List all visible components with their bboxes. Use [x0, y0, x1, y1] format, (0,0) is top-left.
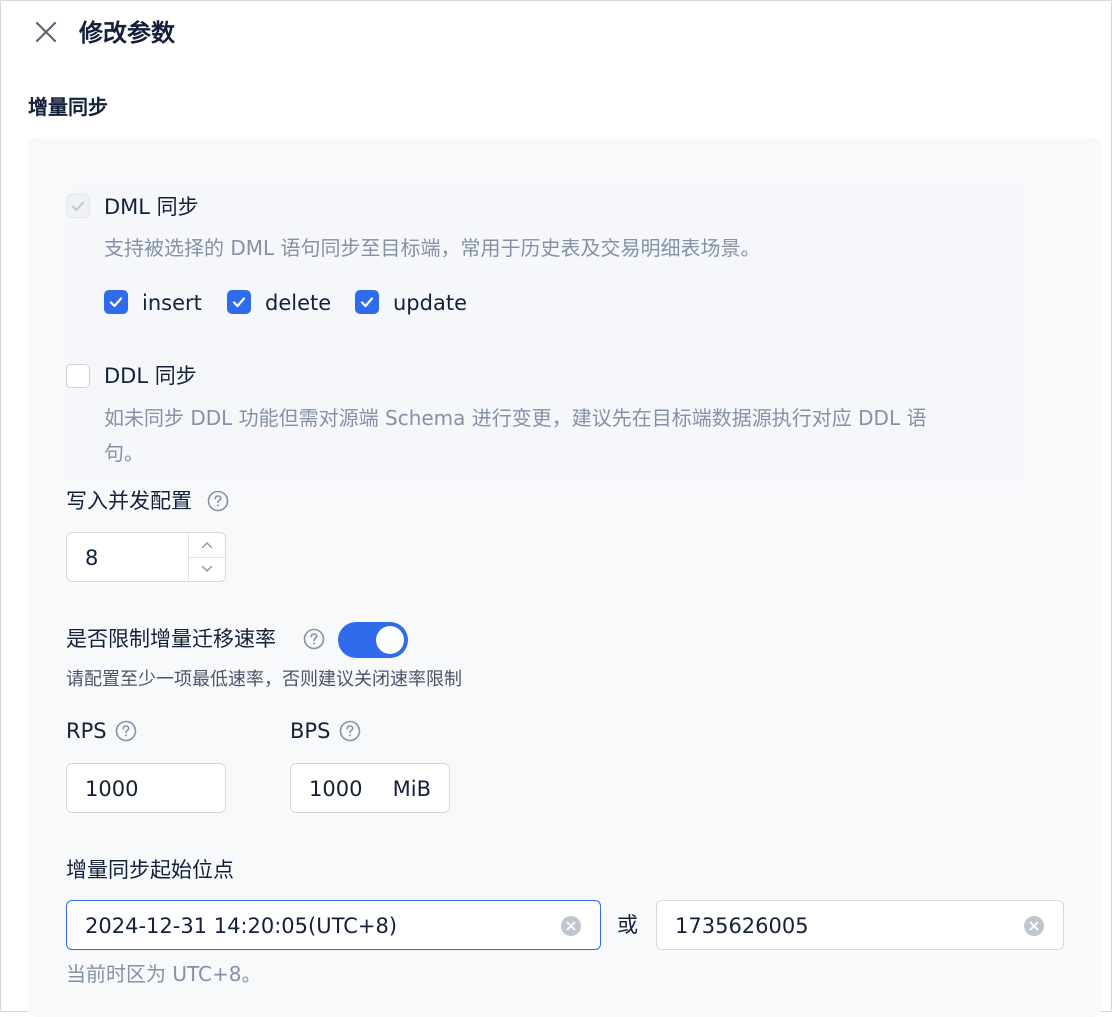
- rate-limit-toggle[interactable]: [338, 622, 408, 658]
- decrement-button[interactable]: [189, 557, 225, 581]
- chevron-down-icon: [201, 565, 213, 572]
- ddl-sync-label: DDL 同步: [104, 364, 197, 388]
- section-title-incremental-sync: 增量同步: [28, 95, 108, 119]
- bps-input[interactable]: 1000 MiB: [290, 763, 450, 813]
- check-icon: [232, 297, 246, 308]
- write-concurrency-value: 8: [85, 546, 99, 570]
- chevron-up-icon: [201, 542, 213, 549]
- close-icon[interactable]: [33, 19, 59, 45]
- delete-label: delete: [265, 291, 332, 315]
- rps-input[interactable]: 1000: [66, 763, 226, 813]
- bps-value: 1000: [309, 777, 363, 801]
- rate-limit-hint: 请配置至少一项最低速率，否则建议关闭速率限制: [66, 669, 462, 690]
- help-icon[interactable]: [115, 720, 137, 742]
- check-icon: [72, 201, 84, 211]
- start-timestamp-value: 1735626005: [675, 914, 809, 938]
- update-label: update: [393, 291, 467, 315]
- ddl-sync-checkbox[interactable]: [66, 364, 90, 388]
- insert-label: insert: [142, 291, 202, 315]
- start-datetime-input[interactable]: 2024-12-31 14:20:05(UTC+8): [66, 900, 601, 950]
- write-concurrency-input[interactable]: 8: [66, 532, 226, 582]
- timezone-hint: 当前时区为 UTC+8。: [66, 962, 262, 986]
- bps-unit: MiB: [392, 777, 431, 801]
- ddl-sync-description-line1: 如未同步 DDL 功能但需对源端 Schema 进行变更，建议先在目标端数据源执…: [104, 406, 927, 430]
- write-concurrency-label: 写入并发配置: [66, 489, 192, 513]
- increment-button[interactable]: [189, 533, 225, 558]
- rps-value: 1000: [85, 777, 139, 801]
- check-icon: [109, 297, 123, 308]
- ddl-sync-description-line2: 句。: [104, 441, 144, 465]
- help-icon[interactable]: [207, 490, 229, 512]
- insert-checkbox[interactable]: [104, 290, 128, 314]
- number-stepper: [188, 533, 225, 581]
- help-icon[interactable]: [303, 628, 325, 650]
- help-icon[interactable]: [339, 720, 361, 742]
- dml-sync-description: 支持被选择的 DML 语句同步至目标端，常用于历史表及交易明细表场景。: [104, 236, 761, 260]
- toggle-knob: [376, 626, 404, 654]
- rate-limit-label: 是否限制增量迁移速率: [66, 627, 276, 651]
- dml-sync-checkbox[interactable]: [66, 194, 90, 218]
- check-icon: [360, 297, 374, 308]
- or-label: 或: [617, 913, 638, 937]
- page-title: 修改参数: [79, 19, 175, 47]
- start-position-label: 增量同步起始位点: [66, 858, 234, 882]
- clear-icon[interactable]: [1023, 915, 1045, 937]
- bps-label: BPS: [290, 719, 331, 743]
- clear-icon[interactable]: [560, 915, 582, 937]
- rps-label: RPS: [66, 719, 107, 743]
- delete-checkbox[interactable]: [227, 290, 251, 314]
- start-datetime-value: 2024-12-31 14:20:05(UTC+8): [85, 914, 398, 938]
- start-timestamp-input[interactable]: 1735626005: [656, 900, 1064, 950]
- update-checkbox[interactable]: [355, 290, 379, 314]
- dml-sync-label: DML 同步: [104, 195, 199, 219]
